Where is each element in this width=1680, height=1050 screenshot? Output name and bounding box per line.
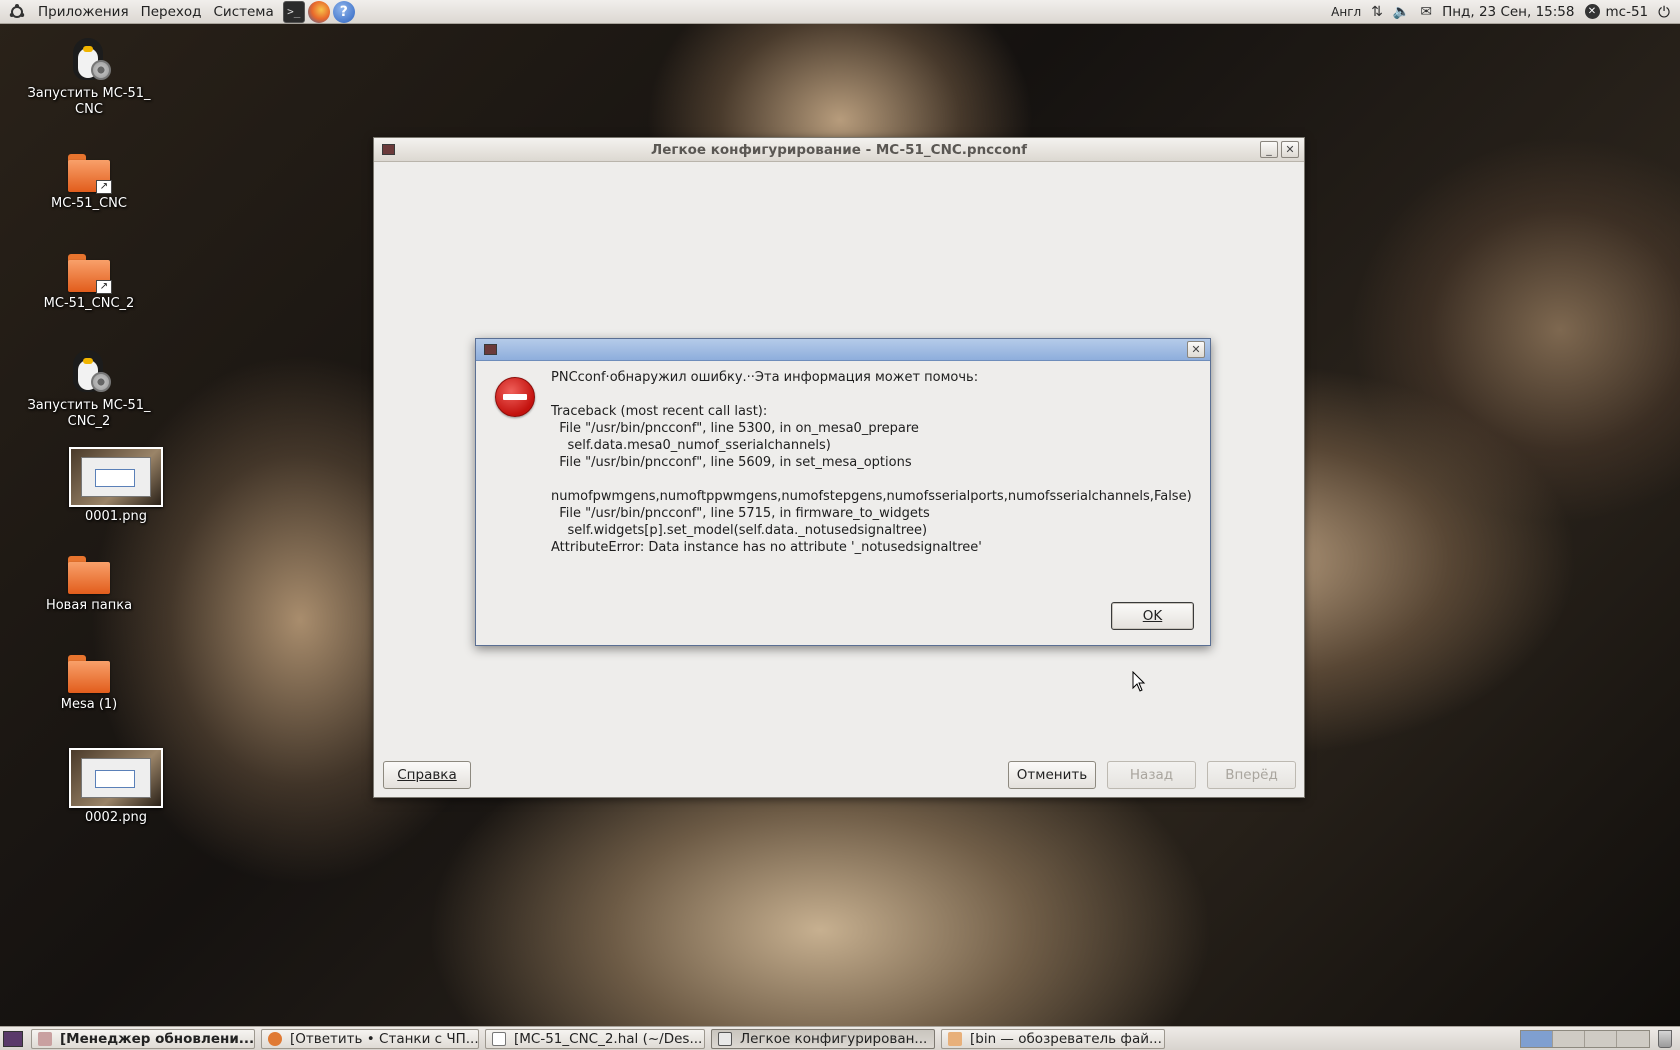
volume-icon[interactable]: 🔈 bbox=[1393, 4, 1410, 20]
task-pncconf[interactable]: Легкое конфигурирован... bbox=[711, 1028, 935, 1049]
firefox-launcher-icon[interactable] bbox=[307, 0, 330, 23]
desktop-icon-new-folder[interactable]: Новая папка bbox=[19, 554, 159, 614]
menu-applications[interactable]: Приложения bbox=[32, 0, 135, 24]
user-name: mc-51 bbox=[1605, 3, 1649, 20]
desktop-icon-0002-png[interactable]: 0002.png bbox=[46, 748, 186, 826]
desktop-icon-label: 0002.png bbox=[85, 810, 147, 825]
folder-icon bbox=[66, 554, 112, 596]
desktop-icon-mc51-cnc-2[interactable]: ↗ MC-51_CNC_2 bbox=[19, 252, 159, 312]
task-file-browser[interactable]: [bin — обозреватель фай... bbox=[941, 1028, 1165, 1049]
dialog-titlebar[interactable]: ✕ bbox=[476, 339, 1210, 361]
user-status-icon: ✕ bbox=[1584, 4, 1600, 19]
text-editor-icon bbox=[492, 1031, 506, 1046]
show-desktop-icon[interactable] bbox=[3, 1030, 23, 1047]
workspace-2[interactable] bbox=[1553, 1030, 1585, 1047]
desktop-icon-label: Mesa (1) bbox=[60, 697, 118, 712]
help-button-label: Справка bbox=[397, 767, 457, 783]
window-menu-icon[interactable] bbox=[484, 344, 497, 355]
desktop-icon-label: 0001.png bbox=[85, 509, 147, 524]
firefox-icon bbox=[268, 1031, 282, 1046]
desktop-icon-launch-mc51-cnc[interactable]: Запустить MC-51_ CNC bbox=[19, 34, 159, 118]
task-label: Легкое конфигурирован... bbox=[740, 1030, 928, 1047]
panel-left: Приложения Переход Система >_ ? bbox=[0, 0, 355, 24]
main-window-title: Легкое конфигурирование - MC-51_CNC.pncc… bbox=[651, 141, 1027, 158]
desktop-icon-label: MC-51_CNC_2 bbox=[43, 296, 135, 311]
task-label: [Ответить • Станки с ЧП... bbox=[290, 1030, 479, 1047]
task-hal-editor[interactable]: [MC-51_CNC_2.hal (~/Des... bbox=[485, 1028, 705, 1049]
cnc-launcher-icon bbox=[65, 34, 113, 84]
workspace-1[interactable] bbox=[1521, 1030, 1553, 1047]
workspace-switcher bbox=[1520, 1029, 1650, 1048]
keyboard-layout-indicator[interactable]: Англ bbox=[1331, 5, 1361, 19]
workspace-4[interactable] bbox=[1617, 1030, 1649, 1047]
task-label: [bin — обозреватель фай... bbox=[970, 1030, 1162, 1047]
minimize-icon[interactable]: _ bbox=[1260, 141, 1278, 158]
folder-link-icon: ↗ bbox=[66, 152, 112, 194]
mail-icon[interactable]: ✉ bbox=[1420, 4, 1432, 20]
ubuntu-logo-icon[interactable] bbox=[6, 1, 28, 23]
folder-icon bbox=[66, 653, 112, 695]
file-browser-icon bbox=[948, 1031, 962, 1046]
task-firefox-forum[interactable]: [Ответить • Станки с ЧП... bbox=[261, 1028, 479, 1049]
clock[interactable]: Пнд, 23 Сен, 15:58 bbox=[1442, 4, 1574, 20]
close-icon[interactable]: ✕ bbox=[1187, 341, 1205, 358]
user-menu[interactable]: ✕ mc-51 bbox=[1584, 3, 1649, 20]
network-icon[interactable]: ⇅ bbox=[1371, 4, 1383, 20]
mouse-cursor-icon bbox=[1132, 671, 1146, 692]
desktop-icon-mc51-cnc[interactable]: ↗ MC-51_CNC bbox=[19, 152, 159, 212]
desktop-icon-label: Новая папка bbox=[45, 598, 133, 613]
menu-system[interactable]: Система bbox=[208, 0, 280, 24]
cnc-launcher-icon bbox=[65, 346, 113, 396]
menu-places[interactable]: Переход bbox=[135, 0, 208, 24]
desktop-icon-launch-mc51-cnc-2[interactable]: Запустить MC-51_ CNC_2 bbox=[19, 346, 159, 430]
task-label: [MC-51_CNC_2.hal (~/Des... bbox=[514, 1030, 703, 1047]
folder-link-icon: ↗ bbox=[66, 252, 112, 294]
close-icon[interactable]: ✕ bbox=[1281, 141, 1299, 158]
desktop-icon-mesa-1[interactable]: Mesa (1) bbox=[19, 653, 159, 713]
panel-right: Англ ⇅ 🔈 ✉ Пнд, 23 Сен, 15:58 ✕ mc-51 ⏻ bbox=[1321, 0, 1680, 24]
help-launcher-icon[interactable]: ? bbox=[332, 0, 355, 23]
workspace-3[interactable] bbox=[1585, 1030, 1617, 1047]
desktop-icon-label: MC-51_CNC bbox=[51, 196, 127, 211]
power-icon[interactable]: ⏻ bbox=[1658, 3, 1670, 21]
image-thumbnail-icon bbox=[69, 748, 163, 808]
cancel-button[interactable]: Отменить bbox=[1008, 761, 1096, 789]
main-window-footer: Справка Отменить Назад Вперёд bbox=[374, 747, 1304, 797]
main-window-titlebar[interactable]: Легкое конфигурирование - MC-51_CNC.pncc… bbox=[374, 138, 1304, 162]
ok-button-label: OK bbox=[1142, 608, 1163, 624]
bottom-panel: [Менеджер обновлени... [Ответить • Станк… bbox=[0, 1026, 1680, 1050]
trash-icon[interactable] bbox=[1658, 1029, 1672, 1048]
window-menu-icon[interactable] bbox=[382, 144, 395, 155]
error-icon bbox=[495, 377, 535, 417]
desktop-icon-label: Запустить MC-51_ CNC bbox=[27, 86, 151, 117]
desktop-icon-0001-png[interactable]: 0001.png bbox=[46, 447, 186, 525]
window-icon bbox=[718, 1031, 732, 1046]
back-button[interactable]: Назад bbox=[1107, 761, 1196, 789]
desktop-icon-label: Запустить MC-51_ CNC_2 bbox=[27, 398, 151, 429]
help-button[interactable]: Справка bbox=[383, 761, 471, 789]
error-message: PNCconf·обнаружил ошибку.··Эта информаци… bbox=[551, 370, 1192, 555]
forward-button[interactable]: Вперёд bbox=[1207, 761, 1296, 789]
error-dialog: ✕ PNCconf·обнаружил ошибку.··Эта информа… bbox=[475, 338, 1211, 646]
terminal-launcher-icon[interactable]: >_ bbox=[282, 0, 305, 23]
update-manager-icon bbox=[38, 1031, 52, 1046]
image-thumbnail-icon bbox=[69, 447, 163, 507]
top-panel: Приложения Переход Система >_ ? Англ ⇅ 🔈… bbox=[0, 0, 1680, 24]
task-label: [Менеджер обновлени... bbox=[60, 1030, 255, 1047]
task-update-manager[interactable]: [Менеджер обновлени... bbox=[31, 1028, 255, 1049]
ok-button[interactable]: OK bbox=[1111, 602, 1194, 630]
